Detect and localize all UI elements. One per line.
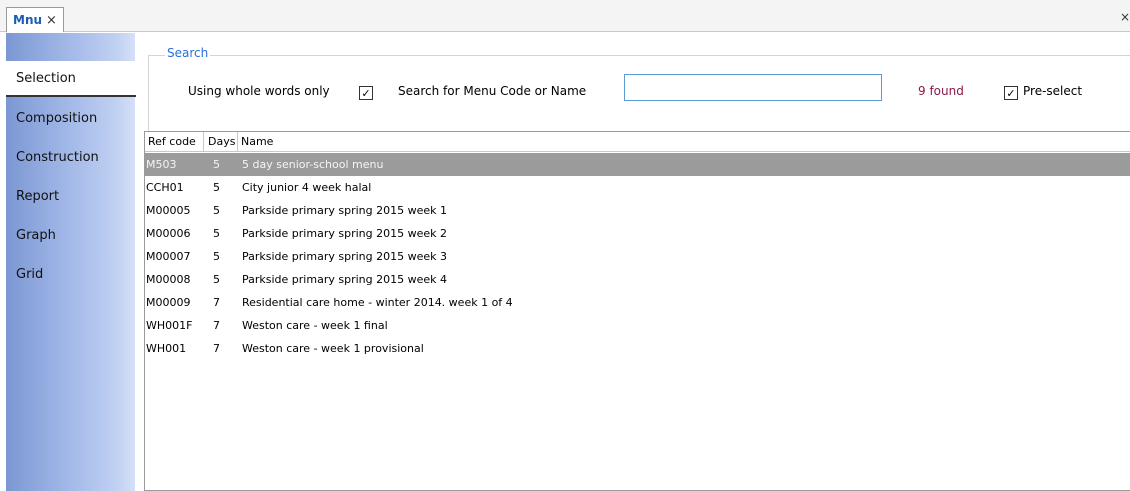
days-cell: 5 <box>213 181 220 194</box>
found-count: 9 found <box>918 84 964 98</box>
tab-mnu-label: Mnu <box>13 13 43 27</box>
name-cell: City junior 4 week halal <box>242 181 372 194</box>
window-close-icon[interactable]: × <box>1120 10 1130 24</box>
sidebar-item-label: Composition <box>16 110 98 126</box>
sidebar-item-graph[interactable]: Graph <box>6 217 135 253</box>
sidebar-item-label: Grid <box>16 266 44 282</box>
days-cell: 7 <box>213 319 220 332</box>
ref-code-cell: M00008 <box>146 273 191 286</box>
column-header-days[interactable]: Days <box>204 132 238 152</box>
table-row[interactable]: CCH01 5 City junior 4 week halal <box>145 176 1130 199</box>
days-cell: 5 <box>213 250 220 263</box>
table-row[interactable]: M503 5 5 day senior-school menu <box>145 153 1130 176</box>
preselect-label: Pre-select <box>1023 84 1083 98</box>
name-cell: Parkside primary spring 2015 week 2 <box>242 227 447 240</box>
search-group-title: Search <box>165 46 211 60</box>
sidebar-item-selection[interactable]: Selection <box>6 61 136 97</box>
search-input[interactable] <box>624 74 882 101</box>
sidebar-item-label: Graph <box>16 227 56 243</box>
ref-code-cell: M00006 <box>146 227 191 240</box>
main-panel: Search Using whole words only ✓ Search f… <box>141 33 1130 491</box>
name-cell: Residential care home - winter 2014. wee… <box>242 296 513 309</box>
ref-code-cell: WH001F <box>146 319 193 332</box>
ref-code-cell: M00005 <box>146 204 191 217</box>
sidebar-item-label: Construction <box>16 149 99 165</box>
days-cell: 5 <box>213 158 220 171</box>
sidebar-item-label: Report <box>16 188 60 204</box>
ref-code-cell: M00009 <box>146 296 191 309</box>
table-body: M503 5 5 day senior-school menu CCH01 5 … <box>145 153 1130 360</box>
search-field-label: Search for Menu Code or Name <box>398 84 587 98</box>
sidebar-item-label: Selection <box>16 70 76 86</box>
name-cell: Weston care - week 1 final <box>242 319 388 332</box>
name-cell: Parkside primary spring 2015 week 1 <box>242 204 447 217</box>
sidebar: Selection Composition Construction Repor… <box>6 33 136 491</box>
tab-mnu[interactable]: Mnu × <box>6 7 64 32</box>
table-row[interactable]: M00005 5 Parkside primary spring 2015 we… <box>145 199 1130 222</box>
whole-words-checkbox[interactable]: ✓ <box>359 86 373 100</box>
days-cell: 5 <box>213 204 220 217</box>
days-cell: 5 <box>213 273 220 286</box>
preselect-checkbox[interactable]: ✓ <box>1004 86 1018 100</box>
sidebar-item-construction[interactable]: Construction <box>6 139 135 175</box>
table-row[interactable]: WH001F 7 Weston care - week 1 final <box>145 314 1130 337</box>
ref-code-cell: M00007 <box>146 250 191 263</box>
table-row[interactable]: WH001 7 Weston care - week 1 provisional <box>145 337 1130 360</box>
ref-code-cell: WH001 <box>146 342 187 355</box>
days-cell: 7 <box>213 342 220 355</box>
days-cell: 5 <box>213 227 220 240</box>
table-header: Ref code Days Name <box>145 132 1130 152</box>
table-row[interactable]: M00006 5 Parkside primary spring 2015 we… <box>145 222 1130 245</box>
check-mark-icon: ✓ <box>361 86 371 100</box>
days-cell: 7 <box>213 296 220 309</box>
sidebar-item-composition[interactable]: Composition <box>6 100 135 136</box>
name-cell: 5 day senior-school menu <box>242 158 384 171</box>
sidebar-item-report[interactable]: Report <box>6 178 135 214</box>
ref-code-cell: M503 <box>146 158 177 171</box>
name-cell: Parkside primary spring 2015 week 4 <box>242 273 447 286</box>
column-header-ref-code[interactable]: Ref code <box>145 132 204 152</box>
table-row[interactable]: M00008 5 Parkside primary spring 2015 we… <box>145 268 1130 291</box>
document-tab-strip: Mnu × × <box>0 0 1130 32</box>
menu-table: Ref code Days Name M503 5 5 day senior-s… <box>144 131 1130 491</box>
whole-words-label: Using whole words only <box>188 84 330 98</box>
tab-close-icon[interactable]: × <box>46 14 57 27</box>
check-mark-icon: ✓ <box>1006 86 1016 100</box>
ref-code-cell: CCH01 <box>146 181 184 194</box>
table-row[interactable]: M00009 7 Residential care home - winter … <box>145 291 1130 314</box>
name-cell: Weston care - week 1 provisional <box>242 342 424 355</box>
table-row[interactable]: M00007 5 Parkside primary spring 2015 we… <box>145 245 1130 268</box>
sidebar-item-grid[interactable]: Grid <box>6 256 135 292</box>
column-header-name[interactable]: Name <box>238 132 1130 152</box>
name-cell: Parkside primary spring 2015 week 3 <box>242 250 447 263</box>
